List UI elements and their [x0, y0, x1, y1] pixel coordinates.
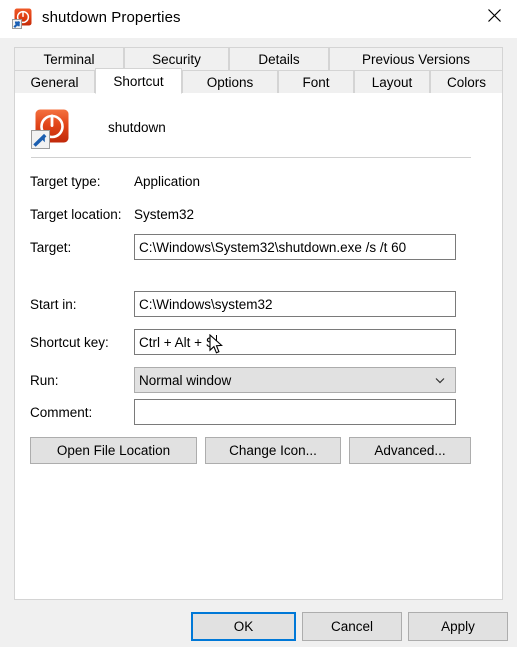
select-value: Normal window — [139, 372, 232, 388]
value-target-location: System32 — [134, 207, 195, 222]
tab-label: Previous Versions — [361, 51, 471, 67]
input-target[interactable]: C:\Windows\System32\shutdown.exe /s /t 6… — [134, 234, 456, 260]
label-run: Run: — [30, 373, 59, 388]
button-label: Apply — [441, 619, 475, 634]
label-start-in: Start in: — [30, 297, 77, 312]
tab-label: General — [30, 74, 79, 90]
tab-row-upper: Terminal Security Details Previous Versions — [0, 47, 517, 71]
label-target-location: Target location: — [30, 207, 122, 222]
shortcut-name-label: shutdown — [108, 120, 166, 135]
tab-colors[interactable]: Colors — [430, 70, 503, 94]
tab-label: Layout — [371, 74, 413, 90]
header-divider — [31, 157, 471, 158]
shortcut-tab-panel: shutdown Target type: Application Target l… — [14, 93, 503, 600]
label-target: Target: — [30, 240, 72, 255]
input-value: C:\Windows\System32\shutdown.exe /s /t 6… — [139, 239, 407, 255]
cancel-button[interactable]: Cancel — [302, 612, 402, 641]
select-run[interactable]: Normal window — [134, 367, 456, 393]
window-title: shutdown Properties — [42, 9, 181, 26]
properties-dialog: shutdown Properties Terminal Security Deta… — [0, 0, 517, 647]
button-open-file-location[interactable]: Open File Location — [30, 437, 197, 464]
chevron-down-icon[interactable] — [434, 374, 446, 386]
tab-options[interactable]: Options — [182, 70, 278, 94]
shutdown-app-icon — [12, 8, 33, 29]
button-change-icon[interactable]: Change Icon... — [205, 437, 341, 464]
input-shortcut-key[interactable]: Ctrl + Alt + S — [134, 329, 456, 355]
button-label: Cancel — [330, 619, 374, 634]
tab-label: Security — [152, 51, 201, 67]
label-target-type: Target type: — [30, 174, 101, 189]
tab-details[interactable]: Details — [229, 47, 329, 71]
value-target-type: Application — [134, 174, 201, 189]
tab-font[interactable]: Font — [278, 70, 354, 94]
tab-label: Terminal — [43, 51, 95, 67]
button-label: Open File Location — [56, 443, 171, 458]
ok-button[interactable]: OK — [191, 612, 296, 641]
tab-label: Details — [258, 51, 300, 67]
text-caret — [215, 334, 217, 350]
button-advanced[interactable]: Advanced... — [349, 437, 471, 464]
title-bar: shutdown Properties — [0, 0, 517, 38]
close-icon[interactable] — [471, 0, 517, 30]
shutdown-shortcut-icon — [31, 109, 71, 149]
input-comment[interactable] — [134, 399, 456, 425]
apply-button[interactable]: Apply — [408, 612, 508, 641]
tab-general[interactable]: General — [14, 70, 95, 94]
label-shortcut-key: Shortcut key: — [30, 335, 109, 350]
tab-shortcut[interactable]: Shortcut — [95, 68, 182, 94]
button-label: Advanced... — [374, 443, 446, 458]
input-value: Ctrl + Alt + S — [139, 334, 215, 350]
tab-previous-versions[interactable]: Previous Versions — [329, 47, 503, 71]
tab-layout[interactable]: Layout — [354, 70, 430, 94]
tab-label: Colors — [446, 74, 486, 90]
input-value: C:\Windows\system32 — [139, 296, 273, 312]
input-start-in[interactable]: C:\Windows\system32 — [134, 291, 456, 317]
tab-label: Shortcut — [113, 73, 164, 89]
tab-label: Font — [302, 74, 330, 90]
tab-row-lower: General Shortcut Options Font Layout Colors — [0, 68, 517, 94]
label-comment: Comment: — [30, 405, 93, 420]
tab-label: Options — [206, 74, 254, 90]
button-label: OK — [233, 619, 254, 634]
button-label: Change Icon... — [229, 443, 317, 458]
